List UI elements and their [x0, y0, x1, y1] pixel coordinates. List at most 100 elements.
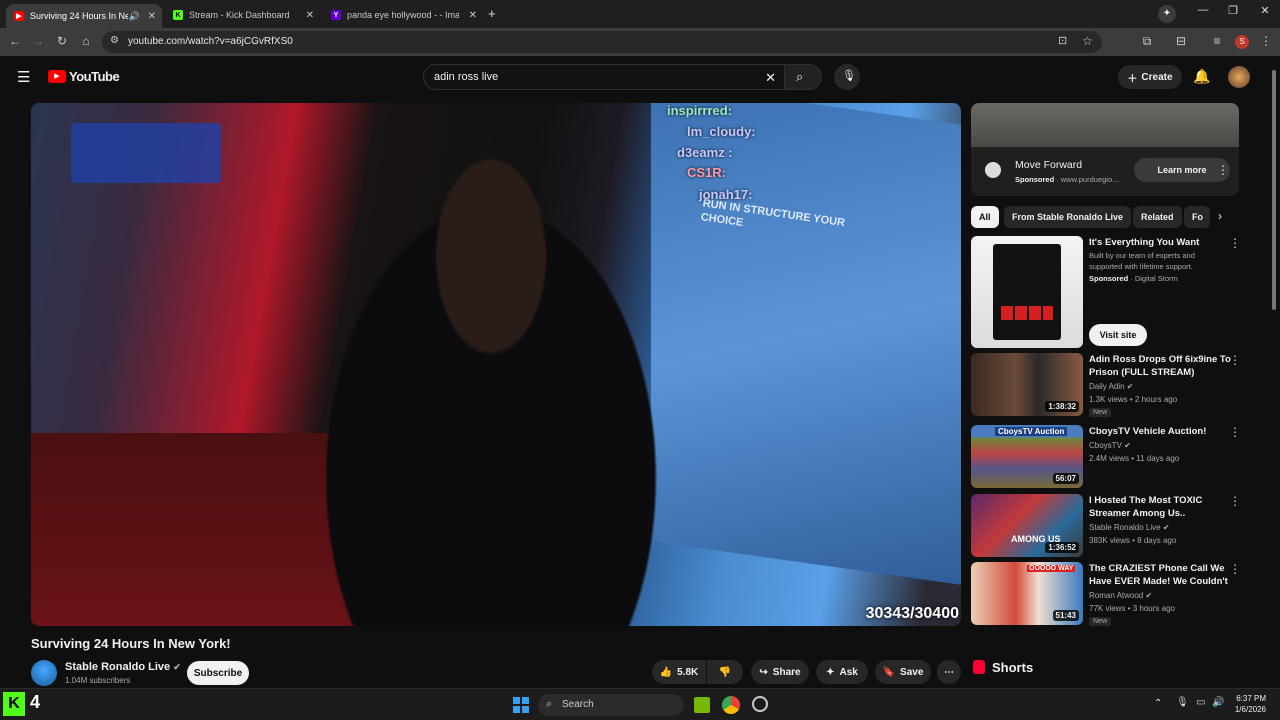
chevron-right-icon[interactable]: › — [1218, 209, 1222, 223]
forward-icon[interactable]: → — [29, 34, 47, 48]
more-options-icon[interactable]: ⋮ — [1229, 353, 1241, 367]
browser-menu-icon[interactable]: ⋮ — [1257, 34, 1275, 48]
microphone-tray-icon[interactable]: 🎙 — [1176, 697, 1189, 708]
video-duration: 51:43 — [1052, 610, 1079, 621]
profile-avatar[interactable]: S — [1235, 35, 1249, 49]
more-options-icon[interactable]: ⋮ — [1229, 562, 1241, 576]
like-count: 5.8K — [677, 666, 699, 678]
close-tab-icon[interactable]: ✕ — [306, 10, 314, 21]
dislike-button[interactable]: 👎 — [707, 660, 743, 684]
speaker-icon[interactable]: 🔊 — [129, 11, 140, 22]
voice-search-button[interactable]: 🎙 — [834, 64, 860, 90]
visit-site-button[interactable]: Visit site — [1089, 324, 1147, 346]
recommendation-item[interactable]: OOOOO WAY 51:43 The CRAZIEST Phone Call … — [971, 562, 1261, 627]
windows-start-icon[interactable] — [513, 697, 529, 713]
rec-meta: 77K views • 3 hours ago — [1089, 604, 1175, 613]
tab-yahoo-image[interactable]: Y panda eye hollywood - - Image ✕ — [323, 4, 483, 26]
minimize-icon[interactable]: — — [1188, 4, 1218, 16]
more-actions-button[interactable]: ⋯ — [937, 660, 961, 684]
close-tab-icon[interactable]: ✕ — [148, 11, 156, 22]
site-info-icon[interactable]: ⚙ — [110, 35, 119, 46]
tab-search-icon[interactable]: ⊟ — [1172, 34, 1190, 48]
more-options-icon[interactable]: ⋮ — [1229, 425, 1241, 439]
sponsored-label: Sponsored — [1015, 175, 1055, 184]
chip-all[interactable]: All — [971, 206, 999, 228]
extensions-icon[interactable]: ⧉ — [1138, 34, 1156, 49]
subscriber-count: 1.04M subscribers — [65, 676, 131, 685]
clear-search-icon[interactable]: ✕ — [765, 70, 776, 86]
channel-avatar[interactable] — [31, 660, 57, 686]
tab-title: Surviving 24 Hours In New — [30, 11, 128, 21]
chrome-icon[interactable] — [722, 696, 740, 714]
video-scene-sign — [71, 123, 221, 183]
close-tab-icon[interactable]: ✕ — [469, 10, 477, 21]
gemini-sparkle-icon[interactable]: ✦ — [1158, 5, 1176, 23]
ad-more-icon[interactable]: ⋮ — [1217, 163, 1229, 177]
chip-from-channel[interactable]: From Stable Ronaldo Live — [1004, 206, 1132, 228]
obs-icon[interactable] — [752, 696, 768, 712]
tab-youtube-video[interactable]: ▶ Surviving 24 Hours In New 🔊 ✕ — [6, 4, 162, 28]
recommendation-item[interactable]: 1:38:32 Adin Ross Drops Off 6ix9ine To P… — [971, 353, 1261, 418]
thumbs-up-icon: 👍 — [659, 666, 673, 678]
youtube-play-icon: ▶ — [48, 70, 66, 83]
nvidia-icon[interactable] — [694, 697, 710, 713]
back-icon[interactable]: ← — [6, 34, 24, 48]
account-avatar[interactable] — [1228, 66, 1250, 88]
video-player[interactable]: RUN IN STRUCTURE YOUR CHOICE inspirrred:… — [31, 103, 961, 626]
bookmark-icon: 🔖 — [882, 666, 896, 678]
chat-line: d3eamz : — [677, 145, 733, 160]
maximize-icon[interactable]: ❐ — [1218, 4, 1248, 17]
youtube-logo[interactable]: ▶ YouTube — [48, 69, 120, 84]
recommendation-item[interactable]: CboysTV Auction 56:07 CboysTV Vehicle Au… — [971, 425, 1261, 488]
search-input[interactable]: adin ross live ✕ — [423, 64, 787, 90]
recommendation-item[interactable]: AMONG US 1:36:52 I Hosted The Most TOXIC… — [971, 494, 1261, 557]
more-options-icon[interactable]: ⋮ — [1229, 236, 1241, 250]
home-icon[interactable]: ⌂ — [77, 34, 95, 48]
system-clock[interactable]: 6:37 PM 1/6/2026 — [1235, 693, 1266, 715]
scrollbar-thumb[interactable] — [1272, 70, 1276, 310]
learn-more-button[interactable]: Learn more — [1134, 158, 1230, 182]
sparkle-icon: ✦ — [826, 666, 835, 678]
search-icon: ⌕ — [546, 698, 553, 710]
chip-more[interactable]: Fo — [1184, 206, 1210, 228]
address-bar[interactable]: ⚙ youtube.com/watch?v=a6jCGvRfXS0 ☆ ⊡ — [102, 31, 1102, 53]
channel-name-text: Stable Ronaldo Live — [65, 661, 171, 673]
reading-list-icon[interactable]: ≡ — [1208, 34, 1226, 48]
sponsored-thumbnail — [971, 236, 1083, 348]
channel-name[interactable]: Stable Ronaldo Live ✔ — [65, 661, 181, 673]
save-button[interactable]: 🔖 Save — [875, 660, 931, 684]
like-button[interactable]: 👍 5.8K — [652, 660, 706, 684]
more-options-icon[interactable]: ⋮ — [1229, 494, 1241, 508]
share-button[interactable]: ↪ Share — [751, 660, 809, 684]
ad-domain: · www.purduegio... — [1056, 175, 1119, 184]
close-window-icon[interactable]: ✕ — [1250, 4, 1280, 17]
kick-app-icon[interactable]: K — [3, 692, 25, 716]
thumbnail-text: CboysTV Auction — [995, 427, 1068, 436]
display-tray-icon[interactable]: ▭ — [1196, 697, 1205, 708]
ask-button[interactable]: ✦ Ask — [816, 660, 868, 684]
hamburger-menu-icon[interactable]: ☰ — [17, 68, 30, 86]
tab-kick-dashboard[interactable]: K Stream - Kick Dashboard ✕ — [165, 4, 320, 26]
notifications-bell-icon[interactable]: 🔔 — [1193, 68, 1210, 85]
create-button[interactable]: ＋ Create — [1118, 65, 1182, 89]
ask-label: Ask — [839, 666, 858, 678]
tray-chevron-up-icon[interactable]: ⌃ — [1154, 698, 1162, 709]
chip-related[interactable]: Related — [1133, 206, 1182, 228]
subscribe-button[interactable]: Subscribe — [187, 661, 249, 685]
search-query: adin ross live — [434, 71, 499, 83]
taskbar-search[interactable]: ⌕ Search — [538, 694, 684, 716]
sponsored-ad-card[interactable]: Move Forward Sponsored · www.purduegio..… — [971, 103, 1239, 196]
rec-meta: 383K views • 8 days ago — [1089, 536, 1177, 545]
page-scrollbar[interactable] — [1270, 60, 1278, 685]
search-icon: ⌕ — [796, 69, 804, 84]
ad-sponsor-line: Sponsored · www.purduegio... — [1015, 175, 1118, 184]
new-badge: New — [1089, 617, 1112, 626]
share-label: Share — [772, 666, 801, 678]
new-tab-icon[interactable]: + — [488, 6, 496, 21]
reload-icon[interactable]: ↻ — [53, 34, 71, 48]
search-button[interactable]: ⌕ — [784, 64, 822, 90]
install-app-icon[interactable]: ⊡ — [1058, 34, 1067, 47]
sponsored-recommendation[interactable]: It's Everything You Want Built by our te… — [971, 236, 1261, 348]
bookmark-star-icon[interactable]: ☆ — [1082, 34, 1093, 48]
volume-tray-icon[interactable]: 🔊 — [1212, 697, 1224, 708]
